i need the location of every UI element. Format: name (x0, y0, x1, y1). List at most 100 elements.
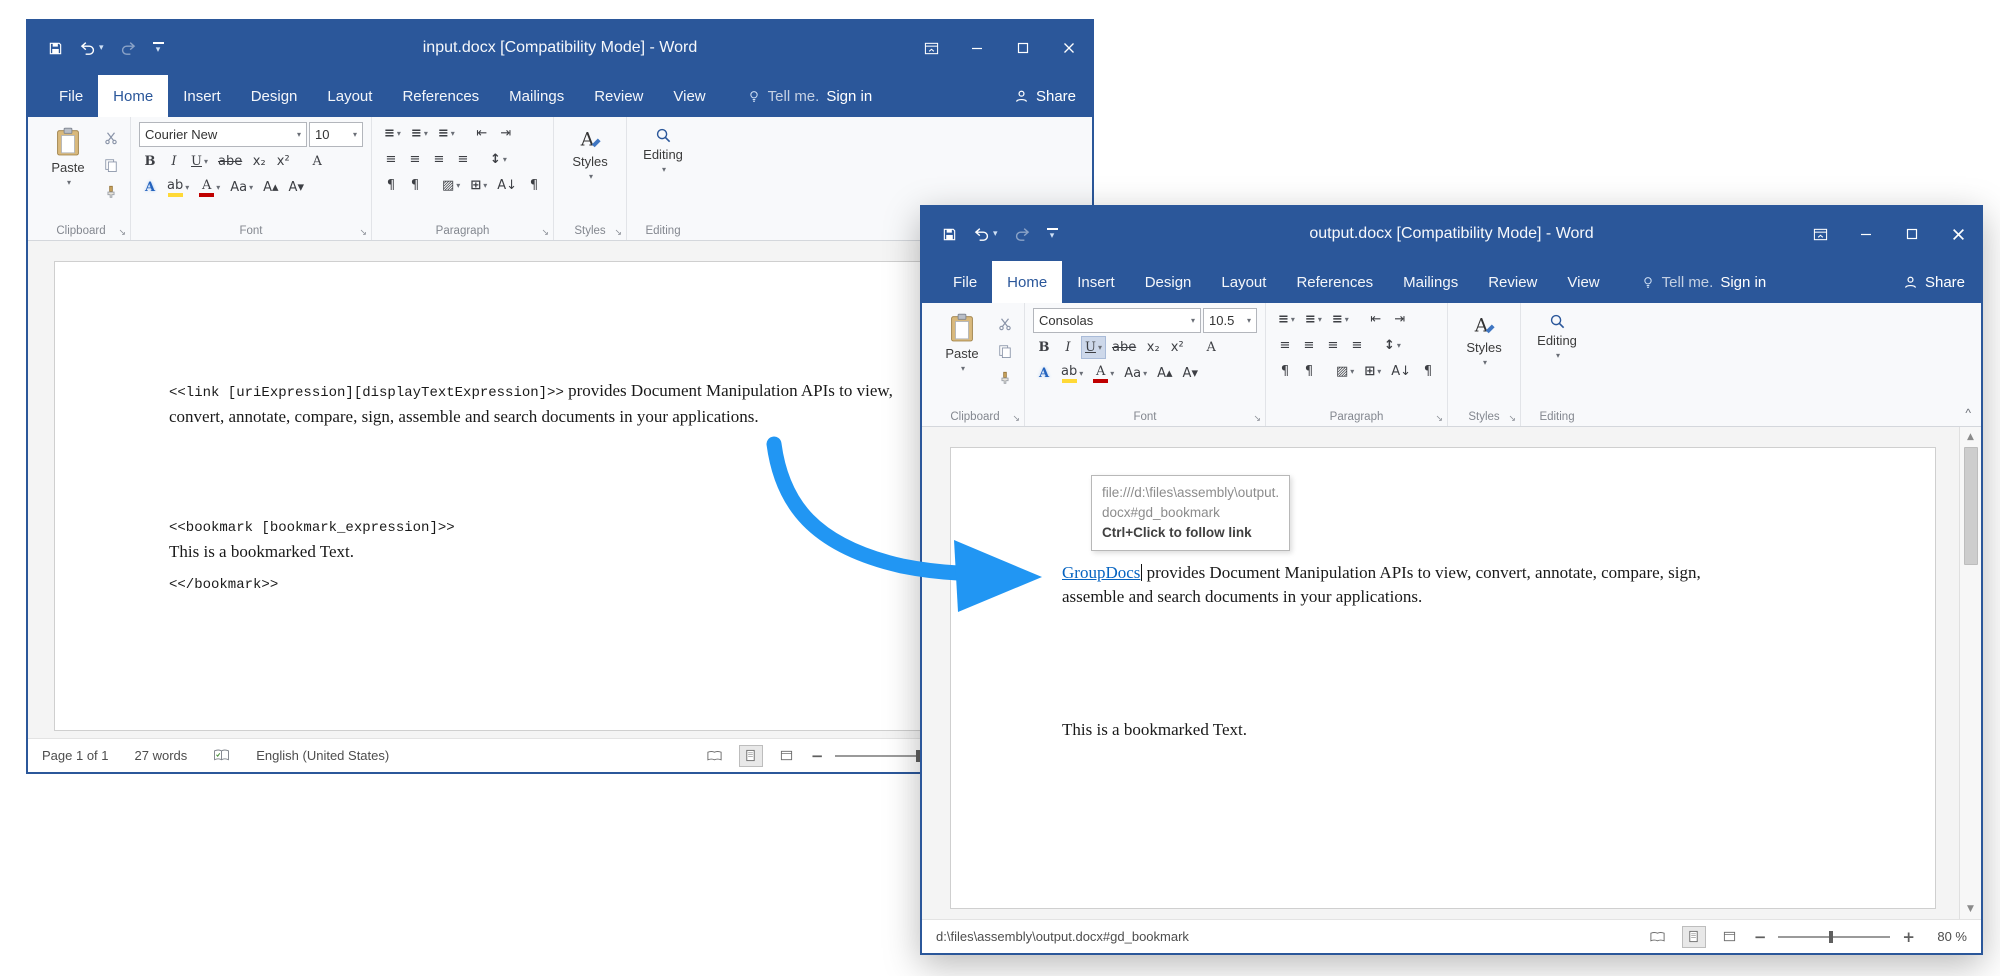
clear-formatting-button[interactable]: A (306, 150, 328, 173)
chevron-down-icon[interactable]: ▾ (503, 156, 507, 164)
change-case-button[interactable]: Aa▾ (226, 176, 257, 199)
copy-button[interactable] (994, 339, 1016, 362)
chevron-down-icon[interactable]: ▾ (1350, 368, 1354, 376)
undo-dropdown-icon[interactable]: ▾ (99, 43, 104, 53)
zoom-slider[interactable] (1778, 936, 1890, 938)
tab-insert[interactable]: Insert (1062, 261, 1130, 303)
cut-button[interactable] (100, 126, 122, 149)
chevron-down-icon[interactable]: ▾ (1247, 316, 1251, 325)
format-painter-button[interactable] (994, 366, 1016, 389)
chevron-down-icon[interactable]: ▾ (1079, 370, 1083, 378)
sort-button[interactable]: A↓ (493, 174, 521, 197)
tab-view[interactable]: View (658, 75, 720, 117)
align-right-button[interactable]: ≡ (428, 148, 450, 171)
tab-mailings[interactable]: Mailings (1388, 261, 1473, 303)
sign-in-label[interactable]: Sign in (1720, 274, 1766, 291)
chevron-down-icon[interactable]: ▾ (1556, 351, 1560, 360)
chevron-down-icon[interactable]: ▾ (456, 182, 460, 190)
change-case-button[interactable]: Aa▾ (1120, 362, 1151, 385)
redo-button[interactable] (1014, 227, 1031, 242)
tab-view[interactable]: View (1552, 261, 1614, 303)
zoom-slider-handle[interactable] (1829, 931, 1833, 943)
chevron-down-icon[interactable]: ▾ (451, 130, 455, 138)
save-button[interactable] (942, 227, 957, 242)
close-button[interactable] (1046, 21, 1092, 75)
bullets-button[interactable]: ≡▾ (380, 122, 405, 145)
align-left-button[interactable]: ≡ (1274, 334, 1296, 357)
vertical-scrollbar[interactable]: ▲ ▼ (1959, 427, 1981, 919)
styles-button[interactable]: A Styles ▾ (1456, 308, 1512, 406)
font-dialog-launcher[interactable]: ↘ (359, 228, 367, 238)
italic-button[interactable]: I (1057, 336, 1079, 359)
text-highlight-button[interactable]: ab▾ (163, 176, 193, 199)
maximize-button[interactable] (1889, 207, 1935, 261)
titlebar[interactable]: ▾ ▾ output.docx [Compatibility Mode] - W… (922, 207, 1981, 261)
chevron-down-icon[interactable]: ▾ (483, 182, 487, 190)
text-highlight-button[interactable]: ab▾ (1057, 362, 1087, 385)
zoom-out-button[interactable]: − (811, 747, 824, 765)
bold-button[interactable]: B (139, 150, 161, 173)
font-size-combo[interactable]: 10▾ (309, 122, 363, 147)
tell-me-button[interactable]: Tell me. Sign in (1641, 261, 1767, 303)
zoom-percentage[interactable]: 80 % (1927, 929, 1967, 944)
cut-button[interactable] (994, 312, 1016, 335)
chevron-down-icon[interactable]: ▾ (1483, 358, 1487, 367)
tab-mailings[interactable]: Mailings (494, 75, 579, 117)
paragraph-dialog-launcher[interactable]: ↘ (1435, 414, 1443, 424)
left-to-right-button[interactable]: ¶ (380, 174, 402, 197)
font-name-combo[interactable]: Courier New▾ (139, 122, 307, 147)
decrease-indent-button[interactable]: ⇤ (471, 122, 493, 145)
chevron-down-icon[interactable]: ▾ (1377, 368, 1381, 376)
font-name-combo[interactable]: Consolas▾ (1033, 308, 1201, 333)
tab-design[interactable]: Design (236, 75, 313, 117)
read-mode-button[interactable] (1646, 926, 1670, 948)
copy-button[interactable] (100, 153, 122, 176)
chevron-down-icon[interactable]: ▾ (1345, 316, 1349, 324)
chevron-down-icon[interactable]: ▾ (1318, 316, 1322, 324)
language-indicator[interactable]: English (United States) (256, 748, 389, 763)
paste-button[interactable]: Paste ▾ (40, 122, 96, 220)
paste-button[interactable]: Paste ▾ (934, 308, 990, 406)
tab-insert[interactable]: Insert (168, 75, 236, 117)
subscript-button[interactable]: x₂ (248, 150, 270, 173)
minimize-button[interactable] (954, 21, 1000, 75)
show-formatting-marks-button[interactable]: ¶ (523, 174, 545, 197)
maximize-button[interactable] (1000, 21, 1046, 75)
chevron-down-icon[interactable]: ▾ (204, 158, 208, 166)
zoom-out-button[interactable]: − (1754, 928, 1767, 946)
styles-dialog-launcher[interactable]: ↘ (614, 228, 622, 238)
underline-button[interactable]: U▾ (187, 150, 212, 173)
font-color-button[interactable]: A▾ (195, 176, 224, 199)
increase-indent-button[interactable]: ⇥ (495, 122, 517, 145)
show-formatting-marks-button[interactable]: ¶ (1417, 360, 1439, 383)
shrink-font-button[interactable]: A▾ (285, 176, 308, 199)
strikethrough-button[interactable]: abe (1108, 336, 1140, 359)
tab-home[interactable]: Home (98, 75, 168, 117)
word-count[interactable]: 27 words (135, 748, 188, 763)
justify-button[interactable]: ≡ (452, 148, 474, 171)
print-layout-button[interactable] (1682, 926, 1706, 948)
italic-button[interactable]: I (163, 150, 185, 173)
tab-references[interactable]: References (387, 75, 494, 117)
chevron-down-icon[interactable]: ▾ (589, 172, 593, 181)
chevron-down-icon[interactable]: ▾ (1191, 316, 1195, 325)
minimize-button[interactable] (1843, 207, 1889, 261)
shading-button[interactable]: ▨▾ (438, 174, 464, 197)
scroll-up-button[interactable]: ▲ (1960, 427, 1981, 447)
chevron-down-icon[interactable]: ▾ (185, 184, 189, 192)
clear-formatting-button[interactable]: A (1200, 336, 1222, 359)
chevron-down-icon[interactable]: ▾ (1098, 344, 1102, 352)
bold-button[interactable]: B (1033, 336, 1055, 359)
print-layout-button[interactable] (739, 745, 763, 767)
web-layout-button[interactable] (1718, 926, 1742, 948)
multilevel-list-button[interactable]: ≡▾ (434, 122, 459, 145)
increase-indent-button[interactable]: ⇥ (1389, 308, 1411, 331)
chevron-down-icon[interactable]: ▾ (397, 130, 401, 138)
tab-review[interactable]: Review (1473, 261, 1552, 303)
tell-me-button[interactable]: Tell me. Sign in (747, 75, 873, 117)
sort-button[interactable]: A↓ (1387, 360, 1415, 383)
collapse-ribbon-button[interactable]: ^ (1965, 406, 1971, 420)
tab-review[interactable]: Review (579, 75, 658, 117)
strikethrough-button[interactable]: abe (214, 150, 246, 173)
multilevel-list-button[interactable]: ≡▾ (1328, 308, 1353, 331)
